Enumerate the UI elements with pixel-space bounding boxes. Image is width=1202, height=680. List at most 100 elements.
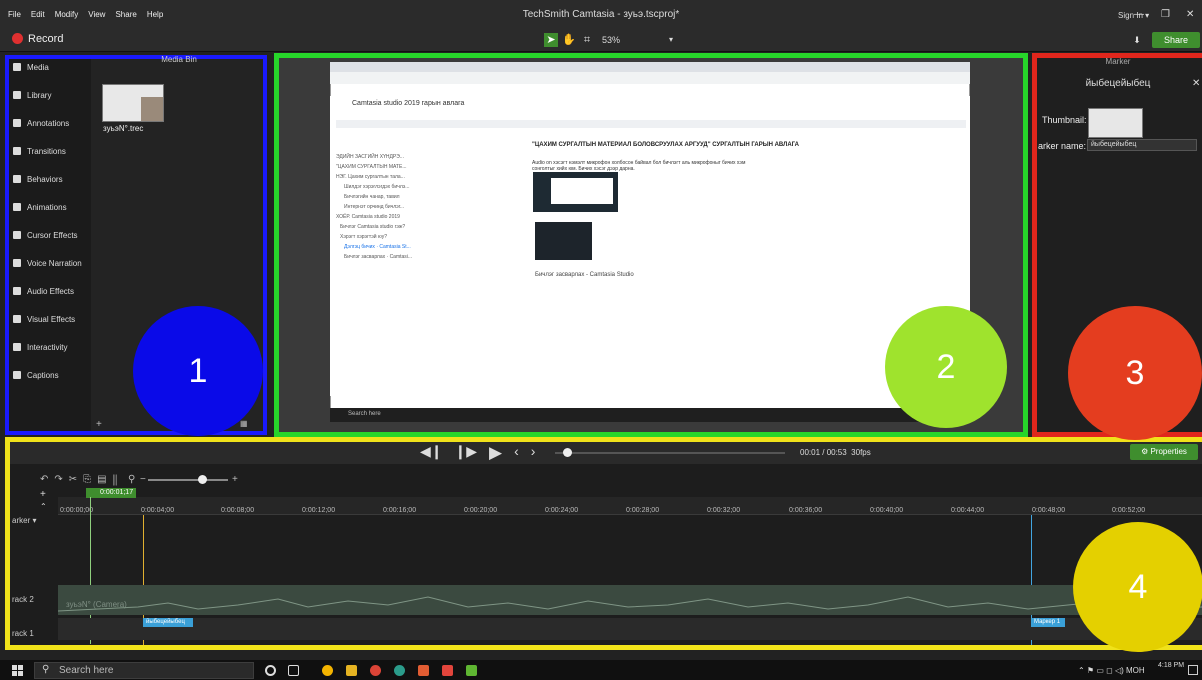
select-tool-icon[interactable]: ➤ (544, 33, 558, 47)
zoom-in-icon[interactable]: + (232, 474, 238, 485)
close-panel-icon[interactable]: ✕ (1192, 78, 1200, 89)
marker-tag[interactable]: Маркер 1 (1031, 618, 1065, 627)
document-area (330, 96, 970, 396)
language-indicator[interactable]: МОН (1126, 666, 1145, 675)
behaviors-icon (13, 175, 21, 183)
doc-outline: ЭДИЙН ЗАСГИЙН ХҮНДРЭ... "ЦАХИМ СУРГАЛТЫН… (336, 154, 426, 264)
sidebar-label: Media (27, 62, 49, 72)
restore-icon[interactable]: ❐ (1161, 9, 1170, 20)
add-media-icon[interactable]: + (96, 419, 102, 430)
camera-clip-label[interactable]: зуьэN° (Camera) (66, 600, 127, 609)
minimize-icon[interactable]: — (1134, 9, 1144, 20)
media-item-name[interactable]: зуьэN°.trec (103, 124, 143, 133)
split-icon[interactable]: ⫼ (113, 474, 124, 485)
grid-view-icon[interactable]: ▦ (240, 419, 248, 428)
browser-url-bar (330, 72, 970, 84)
share-button[interactable]: Share (1152, 32, 1200, 48)
record-dot-icon[interactable] (12, 33, 23, 44)
track-2-label: rack 2 (12, 595, 34, 604)
sidebar-label: Captions (27, 370, 59, 380)
system-tray[interactable]: ⌃ ⚑ ▭ ◻ ◁) МОН (1078, 666, 1145, 675)
outline-item: Бичлэгийн чанар, тавил (344, 194, 400, 200)
add-track-icon[interactable]: + (40, 489, 46, 500)
sidebar-item-transitions[interactable]: Transitions (13, 144, 66, 158)
taskbar-clock[interactable]: 4:18 PM (1158, 662, 1184, 669)
media-thumbnail[interactable] (102, 84, 164, 122)
timecode-value: 00:01 / 00:53 (800, 448, 847, 457)
track-2-lane[interactable] (58, 585, 1202, 615)
sidebar-item-behaviors[interactable]: Behaviors (13, 172, 63, 186)
preview-search: Search here (348, 411, 381, 417)
app-icon[interactable] (394, 665, 405, 676)
ruler-tick: 0:00:08;00 (221, 507, 255, 514)
sidebar-item-visual-effects[interactable]: Visual Effects (13, 312, 75, 326)
scrubber-knob[interactable] (563, 448, 572, 457)
outline-item: Шилдэг хэрэглэгдэх бичлэ... (344, 184, 410, 190)
sidebar-item-voice-narration[interactable]: Voice Narration (13, 256, 82, 270)
media-icon (13, 63, 21, 71)
doc-image-camera (535, 222, 592, 260)
chrome-profile-icon[interactable] (370, 665, 381, 676)
camtasia-icon[interactable] (466, 665, 477, 676)
callout-3: 3 (1068, 306, 1202, 440)
sidebar-item-media[interactable]: Media (13, 60, 49, 74)
sidebar-item-cursor-effects[interactable]: Cursor Effects (13, 228, 78, 242)
playhead-time[interactable]: 0:00:01;17 (86, 488, 136, 498)
sidebar-item-audio-effects[interactable]: Audio Effects (13, 284, 74, 298)
timeline-zoom-knob[interactable] (198, 475, 207, 484)
playback-controls: ◀❙ ❙▶ ▶ ‹ › (420, 443, 535, 463)
outline-item: Хэрэгт хэрэгтэй юу? (340, 234, 387, 240)
marker-name-label: arker name: (1038, 141, 1087, 151)
prev-frame-icon[interactable]: ‹ (514, 443, 519, 463)
step-forward-icon[interactable]: ❙▶ (455, 443, 478, 463)
notifications-icon[interactable] (1188, 665, 1198, 675)
marker-track-label[interactable]: arker ▾ (12, 516, 36, 525)
pan-tool-icon[interactable]: ✋ (562, 33, 576, 47)
sidebar-item-interactivity[interactable]: Interactivity (13, 340, 67, 354)
annotations-icon (13, 119, 21, 127)
play-icon[interactable]: ▶ (489, 443, 502, 463)
task-view-icon[interactable] (288, 665, 299, 676)
record-button[interactable]: Record (28, 33, 63, 45)
close-icon[interactable]: ✕ (1186, 9, 1194, 20)
tray-icons: ⌃ ⚑ ▭ ◻ ◁) (1078, 666, 1127, 675)
undo-icon[interactable]: ↶ (40, 474, 54, 485)
taskbar-search-input[interactable]: Search here (34, 662, 254, 679)
timeline-zoom-slider[interactable] (148, 479, 228, 481)
scrubber-track[interactable] (555, 452, 785, 454)
collapse-tracks-icon[interactable]: ⌃ (40, 502, 47, 511)
zoom-search-icon[interactable]: ⚲ (128, 474, 135, 485)
ruler-tick: 0:00:36;00 (789, 507, 823, 514)
windows-start-icon[interactable] (12, 664, 24, 676)
transitions-icon (13, 147, 21, 155)
ruler-tick: 0:00:52;00 (1112, 507, 1146, 514)
file-explorer-icon[interactable] (346, 665, 357, 676)
webcam-person (141, 97, 163, 121)
marker-tag[interactable]: йыбецейыбец (143, 618, 193, 627)
voice-narration-icon (13, 259, 21, 267)
browser-tabs (330, 62, 970, 72)
powerpoint-icon[interactable] (442, 665, 453, 676)
next-frame-icon[interactable]: › (531, 443, 536, 463)
cortana-icon[interactable] (265, 665, 276, 676)
crop-tool-icon[interactable]: ⌗ (580, 33, 594, 47)
sidebar-item-annotations[interactable]: Annotations (13, 116, 69, 130)
redo-icon[interactable]: ↷ (54, 474, 68, 485)
camtasia-recorder-icon[interactable] (418, 665, 429, 676)
cut-icon[interactable]: ✂ (69, 474, 83, 485)
marker-name-field[interactable]: йыбецейыбец (1087, 139, 1197, 151)
properties-button[interactable]: ⚙ Properties (1130, 444, 1198, 460)
download-icon[interactable]: ⬇ (1130, 33, 1144, 47)
outline-item: Бичлэг засварлах · Camtasi... (344, 254, 413, 260)
zoom-dropdown-icon[interactable]: ▾ (664, 33, 678, 47)
chrome-icon[interactable] (322, 665, 333, 676)
copy-icon[interactable]: ⎘ (83, 474, 97, 485)
zoom-out-icon[interactable]: − (140, 474, 146, 485)
zoom-level[interactable]: 53% (602, 35, 620, 45)
step-back-icon[interactable]: ◀❙ (420, 443, 443, 463)
sidebar-item-captions[interactable]: Captions (13, 368, 59, 382)
sidebar-item-animations[interactable]: Animations (13, 200, 67, 214)
paste-icon[interactable]: ▤ (97, 474, 112, 485)
sidebar-item-library[interactable]: Library (13, 88, 51, 102)
animations-icon (13, 203, 21, 211)
